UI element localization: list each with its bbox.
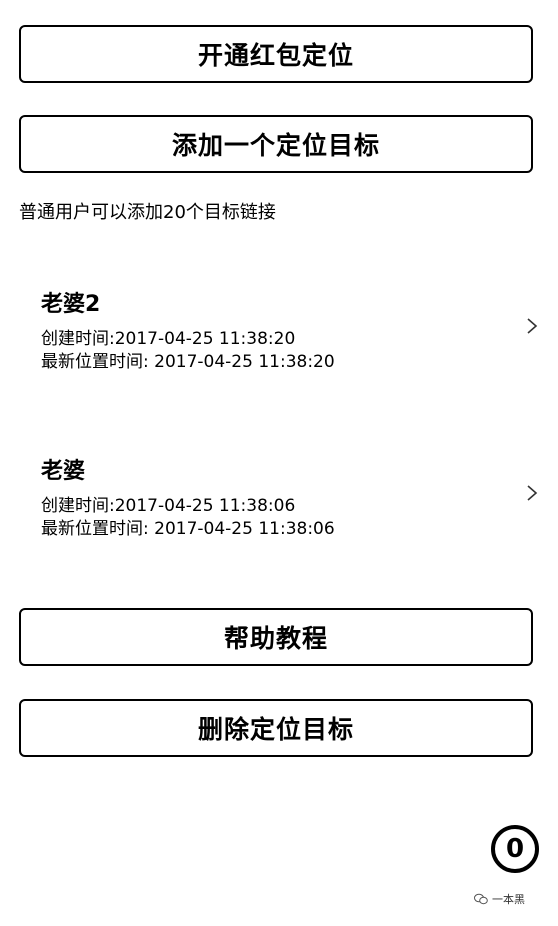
target-name: 老婆 <box>41 459 86 484</box>
target-list-item[interactable]: 老婆2 创建时间:2017-04-25 11:38:20 最新位置时间: 201… <box>0 270 558 390</box>
watermark-text: 一本黑 <box>492 893 525 906</box>
target-list-item[interactable]: 老婆 创建时间:2017-04-25 11:38:06 最新位置时间: 2017… <box>0 437 558 557</box>
target-created-time: 创建时间:2017-04-25 11:38:20 <box>41 329 296 349</box>
target-latest-location-time: 最新位置时间: 2017-04-25 11:38:20 <box>41 352 335 372</box>
chevron-right-icon <box>527 485 538 501</box>
count-badge[interactable]: 0 <box>491 825 539 873</box>
help-tutorial-button[interactable]: 帮助教程 <box>19 608 533 666</box>
open-red-packet-location-button[interactable]: 开通红包定位 <box>19 25 533 83</box>
target-name: 老婆2 <box>41 292 101 317</box>
target-limit-hint: 普通用户可以添加20个目标链接 <box>19 202 276 223</box>
watermark: 一本黑 <box>474 891 525 907</box>
target-created-time: 创建时间:2017-04-25 11:38:06 <box>41 496 296 516</box>
delete-location-target-button[interactable]: 删除定位目标 <box>19 699 533 757</box>
chevron-right-icon <box>527 318 538 334</box>
add-location-target-button[interactable]: 添加一个定位目标 <box>19 115 533 173</box>
wechat-icon <box>474 893 488 905</box>
target-latest-location-time: 最新位置时间: 2017-04-25 11:38:06 <box>41 519 335 539</box>
